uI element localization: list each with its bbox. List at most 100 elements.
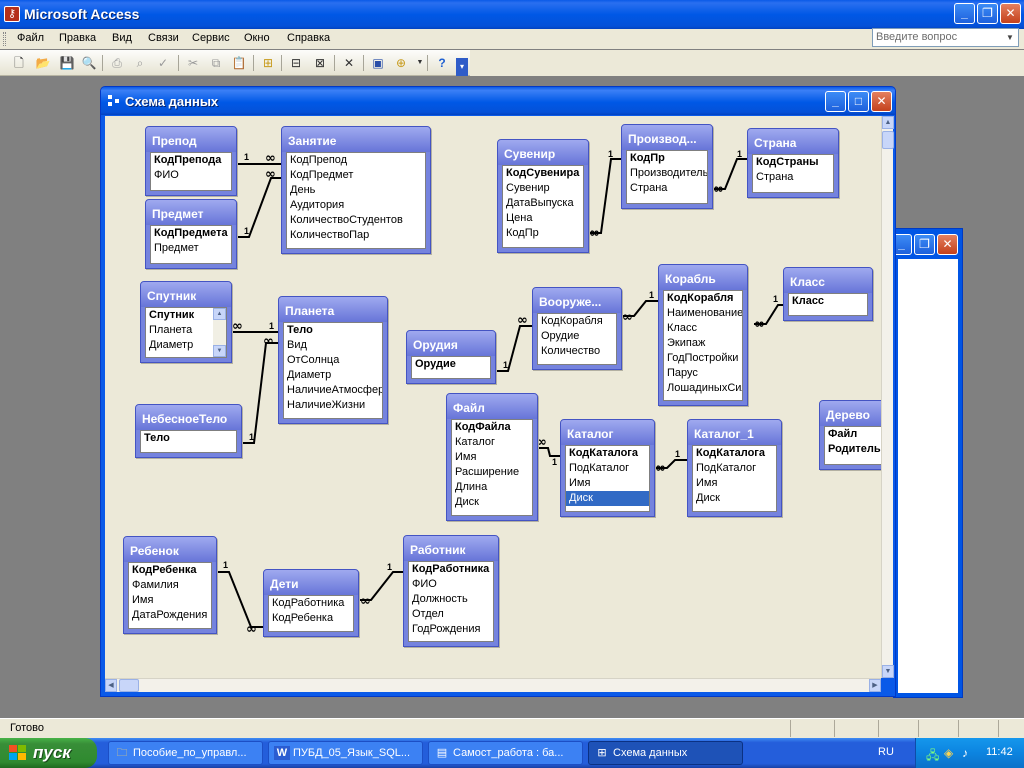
restore-button[interactable]: ❐ [914,234,935,255]
field-primary-key[interactable]: КодФайла [452,420,532,435]
field[interactable]: Наименование [664,306,742,321]
scroll-up-icon[interactable]: ▲ [882,116,894,129]
print-icon[interactable]: ⎙ [108,54,126,72]
field[interactable]: День [287,183,425,198]
menu-tools[interactable]: Сервис [192,32,230,44]
field[interactable]: Отдел [409,607,493,622]
field[interactable]: Сувенир [503,181,583,196]
table-deti[interactable]: Дети КодРаботника КодРебенка [263,569,359,637]
field-primary-key[interactable]: КодРаботника [409,562,493,577]
table-title[interactable]: Работник [404,536,498,561]
table-title[interactable]: Занятие [282,127,430,152]
scroll-right-icon[interactable]: ▶ [869,679,881,692]
table-zanyatie[interactable]: Занятие КодПрепод КодПредмет День Аудито… [281,126,431,254]
field[interactable]: ДатаРождения [129,608,211,623]
table-title[interactable]: Файл [447,394,537,419]
table-title[interactable]: Класс [784,268,872,293]
clock[interactable]: 11:42 [986,746,1013,758]
field[interactable]: Имя [693,476,776,491]
table-planeta[interactable]: Планета Тело Вид ОтСолнца Диаметр Наличи… [278,296,388,424]
field[interactable]: ПодКаталог [566,461,649,476]
delete-icon[interactable]: ✕ [340,54,358,72]
field-primary-key[interactable]: КодПреподa [151,153,231,168]
field-list-scrollbar[interactable]: ▲ ▼ [213,308,226,357]
network-icon[interactable]: 🖧 [926,746,939,767]
table-katalog-1[interactable]: Каталог_1 КодКаталога ПодКаталог Имя Дис… [687,419,782,517]
restore-button[interactable]: ❐ [977,3,998,24]
chevron-down-icon[interactable]: ▼ [1003,30,1017,45]
field[interactable]: Аудитория [287,198,425,213]
print-preview-icon[interactable]: ⌕ [131,54,149,72]
field-primary-key[interactable]: Орудие [412,357,490,372]
table-sputnik[interactable]: Спутник Спутник Планета Диаметр ▲ ▼ [140,281,232,363]
field-selected[interactable]: Диск [566,491,649,506]
shield-icon[interactable]: ◈ [944,746,953,760]
language-indicator[interactable]: RU [878,746,894,758]
schema-window-titlebar[interactable]: Схема данных _ □ ✕ [101,87,895,115]
table-title[interactable]: Дерево [820,401,881,426]
save-icon[interactable]: 💾 [58,54,76,72]
table-title[interactable]: Препод [146,127,236,152]
field[interactable]: Экипаж [664,336,742,351]
field[interactable]: КодПр [503,226,583,241]
field[interactable]: Цена [503,211,583,226]
table-fail[interactable]: Файл КодФайла Каталог Имя Расширение Дли… [446,393,538,521]
table-title[interactable]: Дети [264,570,358,595]
menu-help[interactable]: Справка [287,32,330,44]
show-direct-icon[interactable]: ⊟ [287,54,305,72]
show-all-icon[interactable]: ⊠ [311,54,329,72]
new-object-icon[interactable]: ⊕ [392,54,410,72]
help-icon[interactable]: ? [433,54,451,72]
table-suvenir[interactable]: Сувенир КодСувенира Сувенир ДатаВыпуска … [497,139,589,253]
table-title[interactable]: Ребенок [124,537,216,562]
field[interactable]: КоличествоСтудентов [287,213,425,228]
field[interactable]: Страна [627,181,707,196]
horizontal-scroll-thumb[interactable] [119,679,139,692]
table-nebesnoe-telo[interactable]: НебесноеТело Тело [135,404,242,458]
table-title[interactable]: Сувенир [498,140,588,165]
table-title[interactable]: Корабль [659,265,747,290]
scroll-down-icon[interactable]: ▼ [882,665,894,678]
field[interactable]: Имя [129,593,211,608]
menu-grip[interactable] [3,32,6,46]
relation-proizvod-suvenir[interactable] [589,158,623,234]
field[interactable]: КодРебенка [269,611,353,626]
vertical-scrollbar[interactable]: ▲ ▼ [881,116,894,678]
field[interactable]: Вид [284,338,382,353]
table-title[interactable]: Спутник [141,282,231,307]
field[interactable]: Фамилия [129,578,211,593]
table-title[interactable]: Каталог [561,420,654,445]
relation-orudie-vooruzh[interactable] [496,325,532,372]
table-korabl[interactable]: Корабль КодКорабля Наименование Класс Эк… [658,264,748,406]
vertical-scroll-thumb[interactable] [882,131,894,149]
close-button[interactable]: ✕ [1000,3,1021,24]
field[interactable]: Класс [664,321,742,336]
relationships-canvas[interactable]: 1 ∞ 1 ∞ 1 ∞ 1 ∞ 1 ∞ 1 ∞ 1 ∞ 1 ∞ 1 ∞ 1 ∞ [105,116,881,678]
spelling-icon[interactable]: ✓ [154,54,172,72]
field[interactable]: НаличиеАтмосферы [284,383,382,398]
database-window-icon[interactable]: ▣ [369,54,387,72]
task-button-pubd[interactable]: W ПУБД_05_Язык_SQL... [268,741,423,765]
field[interactable]: Производитель [627,166,707,181]
table-strana[interactable]: Страна КодСтраны Страна [747,128,839,198]
field[interactable]: ОтСолнца [284,353,382,368]
table-predmet[interactable]: Предмет КодПредмета Предмет [145,199,237,269]
field[interactable]: Предмет [151,241,231,256]
table-orudiya[interactable]: Орудия Орудие [406,330,496,384]
cut-icon[interactable]: ✂ [184,54,202,72]
horizontal-scrollbar[interactable]: ◀ ▶ [105,678,881,692]
field[interactable]: КодПрепод [287,153,425,168]
maximize-button[interactable]: □ [848,91,869,112]
field[interactable]: Парус [664,366,742,381]
relation-rebenok-deti[interactable] [217,571,263,628]
open-folder-icon[interactable]: 📂 [34,54,52,72]
table-title[interactable]: НебесноеТело [136,405,241,430]
start-button[interactable]: пуск [0,738,97,768]
field[interactable]: Расширение [452,465,532,480]
field-primary-key[interactable]: КодРебенка [129,563,211,578]
table-prepod[interactable]: Препод КодПреподa ФИО [145,126,237,196]
field-primary-key[interactable]: Файл [825,427,881,442]
field[interactable]: Каталог [452,435,532,450]
table-rebenok[interactable]: Ребенок КодРебенка Фамилия Имя ДатаРожде… [123,536,217,634]
table-title[interactable]: Вооруже... [533,288,621,313]
